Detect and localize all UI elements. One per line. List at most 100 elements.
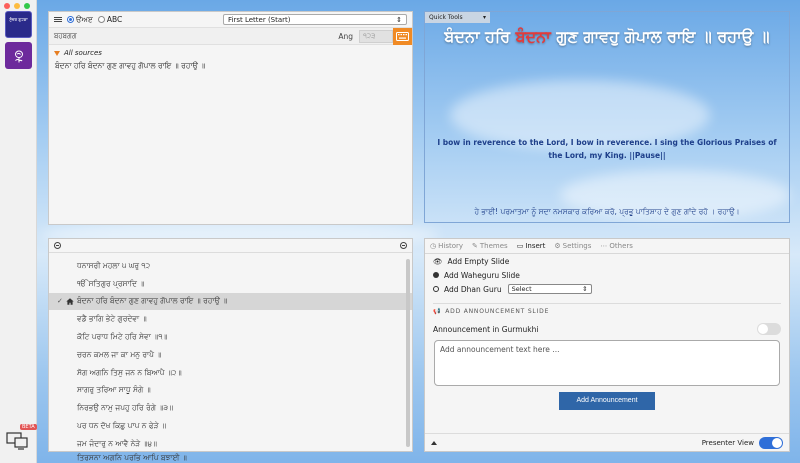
presenter-view-toggle[interactable] [759,436,783,449]
filled-circle-icon [433,272,439,278]
punjabi-teeka: ਹੇ ਭਾਈ! ਪਰਮਾਤਮਾ ਨੂੰ ਸਦਾ ਨਮਸਕਾਰ ਕਰਿਆ ਕਰੋ,… [474,207,740,216]
tab-label: Themes [479,242,508,250]
rose-icon[interactable] [5,42,32,69]
script-option-english[interactable]: ABC [97,15,123,24]
quick-tools-label: Quick Tools [429,14,463,21]
shabad-line[interactable]: ਪਰ ਧਨ ਦੋਖ ਕਿਛੁ ਪਾਪ ਨ ਫੇੜੇ ॥ [49,417,412,435]
ang-label: Ang [338,31,353,41]
tab-themes[interactable]: ✎ Themes [472,242,508,250]
search-panel: ੳਅੲ ABC First Letter (Start) ⇕ ਬਹਬਗਗ Ang… [48,11,413,225]
dhan-guru-select[interactable]: Select ⇕ [507,284,592,294]
script-option-gurmukhi[interactable]: ੳਅੲ [67,15,93,25]
select-arrows-icon: ⇕ [396,15,402,24]
minimize-panel-icon[interactable] [54,242,61,249]
tab-settings[interactable]: ⚙ Settings [554,242,591,250]
keyboard-button[interactable] [393,27,412,45]
clock-icon: ◷ [430,242,437,250]
tab-label: Insert [525,242,546,250]
collapse-arrow-icon[interactable] [431,440,437,445]
shabad-toolbar [49,239,412,253]
gurmukhi-toggle[interactable] [757,323,781,335]
add-dhan-guru-row: Add Dhan Guru Select ⇕ [425,282,789,296]
check-icon: ✓ [57,297,63,306]
search-type-value: First Letter (Start) [228,15,291,24]
beta-badge: BETA [20,424,37,430]
tab-label: Others [609,242,633,250]
tools-panel: ◷ History ✎ Themes ▭ Insert ⚙ Settings ⋯ Othe… [424,238,790,452]
add-waheguru-slide-label: Add Waheguru Slide [444,270,520,280]
home-icon[interactable] [66,298,74,305]
current-line-markers: ✓ [57,297,77,305]
add-dhan-guru-label[interactable]: Add Dhan Guru [444,285,502,294]
circle-icon [433,286,439,292]
shabad-line[interactable]: ਸੋਗ ਅਗਨਿ ਤਿਸੁ ਜਨ ਨ ਬਿਆਪੈ ॥੨॥ [49,364,412,382]
search-toolbar: ੳਅੲ ABC First Letter (Start) ⇕ [49,12,412,28]
ang-input[interactable]: ੧੨੩ [359,29,393,43]
monitor-icon: ▭ [516,242,524,250]
script-option-label: ੳਅੲ [76,14,93,24]
minimize-panel-icon[interactable] [400,242,407,249]
search-input[interactable]: ਬਹਬਗਗ [54,32,338,41]
shabad-line[interactable]: ਜਮ ਜੰਦਾਰੁ ਨ ਆਵੈ ਨੇੜੇ ॥੪॥ [49,435,412,453]
tools-tabs: ◷ History ✎ Themes ▭ Insert ⚙ Settings ⋯ Othe… [425,239,789,254]
search-type-select[interactable]: First Letter (Start) ⇕ [223,14,407,25]
add-empty-slide-button[interactable]: 👁 Add Empty Slide [425,254,789,268]
shabad-line[interactable]: ਕੋਟਿ ਪਰਾਧ ਮਿਟੇ ਹਰਿ ਸੇਵਾ ॥੧॥ [49,328,412,346]
app-sidebar: ਸੁੰਦਰ ਗੁਟਕਾ BETA [0,0,37,463]
search-result-item[interactable]: ਬੰਦਨਾ ਹਰਿ ਬੰਦਨਾ ਗੁਣ ਗਾਵਹੁ ਗੋਪਾਲ ਰਾਇ ॥ ਰਹ… [49,57,412,75]
section-title-text: ADD ANNOUNCEMENT SLIDE [445,308,550,315]
minimize-window-button[interactable] [14,3,20,9]
shabad-line[interactable]: ੴ ਸਤਿਗੁਰ ਪ੍ਰਸਾਦਿ ॥ [49,275,412,293]
brush-icon: ✎ [472,242,478,250]
maximize-window-button[interactable] [24,3,30,9]
shabad-line[interactable]: ਸਾਗਰੁ ਤਰਿਆ ਸਾਧੂ ਸੰਗੇ ॥ [49,382,412,400]
shabad-line[interactable]: ਵਡੈ ਭਾਗਿ ਭੇਟੇ ਗੁਰਦੇਵਾ ॥ [49,310,412,328]
shabad-line[interactable]: ਧਨਾਸਰੀ ਮਹਲਾ ੫ ਘਰੁ ੧੨ [49,257,412,275]
eye-slash-icon: 👁 [433,256,443,266]
shabad-line-current[interactable]: ✓ ਬੰਦਨਾ ਹਰਿ ਬੰਦਨਾ ਗੁਣ ਗਾਵਹੁ ਗੋਪਾਲ ਰਾਇ ॥ … [49,292,412,311]
shabad-line[interactable]: ਨਿਰਭਉ ਨਾਮੁ ਜਪਹੁ ਹਰਿ ਰੰਗੇ ॥੩॥ [49,399,412,417]
tab-label: History [438,242,464,250]
slide-preview: Quick Tools ▾ ਬੰਦਨਾ ਹਰਿ ਬੰਦਨਾ ਗੁਣ ਗਾਵਹੁ … [424,11,790,223]
gurbani-line: ਬੰਦਨਾ ਹਰਿ ਬੰਦਨਾ ਗੁਣ ਗਾਵਹੁ ਗੋਪਾਲ ਰਾਇ ॥ ਰਹ… [425,22,789,51]
sundar-gutka-icon[interactable]: ਸੁੰਦਰ ਗੁਟਕਾ [5,11,32,38]
shabad-line[interactable]: ਤ੍ਰਿਸਨਾ ਅਗਨਿ ਪ੍ਰਭਿ ਆਪਿ ਬੁਝਾਈ ॥ [49,453,412,461]
gurmukhi-toggle-row: Announcement in Gurmukhi [425,315,789,335]
gurmukhi-toggle-label: Announcement in Gurmukhi [433,324,539,334]
radio-selected-icon [67,16,74,23]
keyboard-icon [396,31,409,41]
gurbani-segment: ਗੁਣ ਗਾਵਹੁ ਗੋਪਾਲ ਰਾਇ ॥ ਰਹਾਉ ॥ [550,27,770,46]
shabad-line-list: ਧਨਾਸਰੀ ਮਹਲਾ ੫ ਘਰੁ ੧੨ ੴ ਸਤਿਗੁਰ ਪ੍ਰਸਾਦਿ ॥ … [49,253,412,461]
gurbani-segment: ਬੰਦਨਾ ਹਰਿ [444,27,516,46]
english-translation: I bow in reverence to the Lord, I bow in… [437,138,777,160]
add-announcement-button[interactable]: Add Announcement [559,392,655,410]
gear-icon: ⚙ [554,242,561,250]
tools-footer: Presenter View [425,433,789,451]
window-controls [4,3,30,9]
tab-insert[interactable]: ▭ Insert [517,242,546,250]
megaphone-icon: 📢 [433,308,442,315]
shabad-line-text: ਬੰਦਨਾ ਹਰਿ ਬੰਦਨਾ ਗੁਣ ਗਾਵਹੁ ਗੋਪਾਲ ਰਾਇ ॥ ਰਹ… [77,296,228,306]
dots-icon: ⋯ [600,242,608,250]
shabad-panel: ਧਨਾਸਰੀ ਮਹਲਾ ੫ ਘਰੁ ੧੨ ੴ ਸਤਿਗੁਰ ਪ੍ਰਸਾਦਿ ॥ … [48,238,413,461]
sources-filter[interactable]: All sources [49,45,412,57]
sources-label: All sources [64,49,102,57]
dhan-guru-select-value: Select [511,285,532,293]
tab-label: Settings [562,242,592,250]
announcement-section-title: 📢 ADD ANNOUNCEMENT SLIDE [433,303,781,315]
gurbani-highlight: ਬੰਦਨਾ [515,27,551,46]
add-waheguru-slide-button[interactable]: Add Waheguru Slide [425,268,789,282]
add-empty-slide-label: Add Empty Slide [447,256,510,266]
shabad-scrollbar[interactable] [406,259,410,447]
tab-history[interactable]: ◷ History [430,242,463,250]
presenter-mode-icon[interactable] [5,427,31,451]
tab-others[interactable]: ⋯ Others [600,242,633,250]
script-option-label: ABC [106,15,123,24]
shabad-line[interactable]: ਚਰਨ ਕਮਲ ਜਾ ਕਾ ਮਨੁ ਰਾਪੈ ॥ [49,346,412,364]
presenter-view-row: Presenter View [701,436,783,449]
menu-icon[interactable] [54,17,62,22]
presenter-view-label: Presenter View [701,438,754,447]
announcement-textarea[interactable]: Add announcement text here ... [434,340,780,386]
search-row: ਬਹਬਗਗ Ang ੧੨੩ [49,27,412,45]
close-window-button[interactable] [4,3,10,9]
